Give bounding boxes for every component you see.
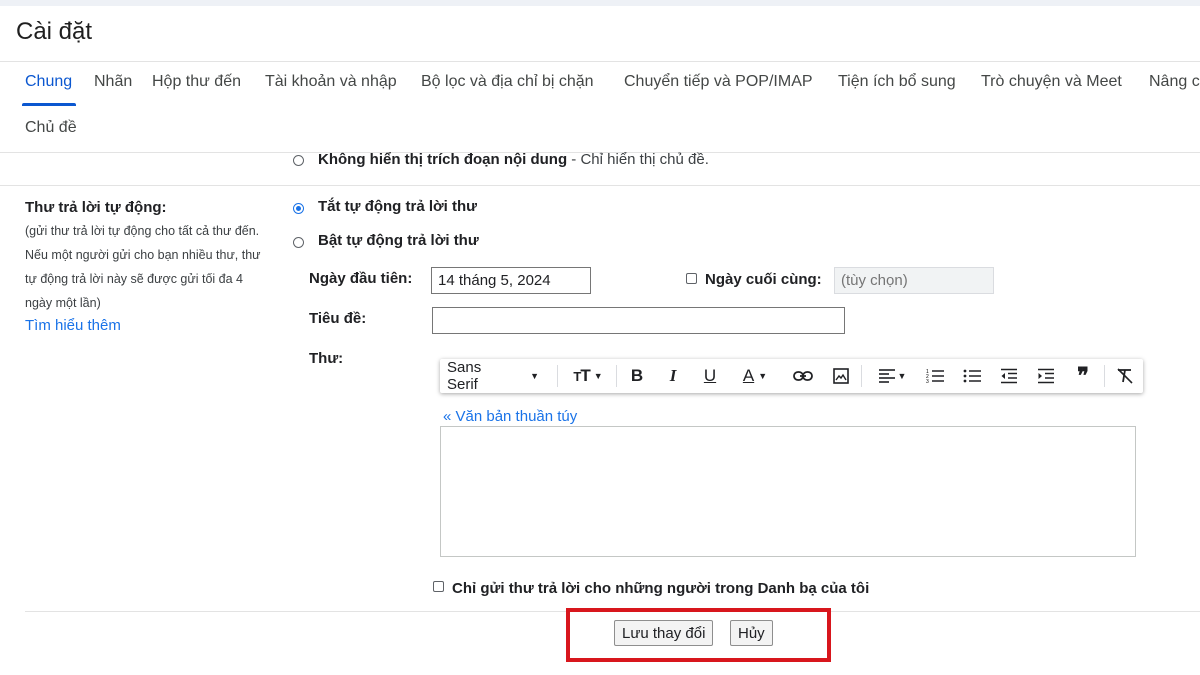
quote-icon[interactable]: ❞ [1072,363,1094,388]
learn-more-link[interactable]: Tìm hiểu thêm [25,317,121,334]
formatting-toolbar: Sans Serif ▼ T T ▼ B I U A ▼ ▼ 123 ❞ [440,359,1143,393]
first-day-input[interactable] [431,267,591,294]
first-day-label: Ngày đầu tiên: [309,270,413,287]
contacts-only-checkbox[interactable] [433,581,444,592]
top-strip [0,0,1200,6]
remove-formatting-icon[interactable] [1114,365,1136,387]
tab-inbox[interactable]: Hộp thư đến [152,73,241,91]
tab-accounts-import[interactable]: Tài khoản và nhập [265,73,397,91]
autoreply-heading: Thư trả lời tự động: [25,199,167,216]
subject-label: Tiêu đề: [309,310,367,327]
page-title: Cài đặt [16,18,93,45]
text-color-icon[interactable]: A ▼ [736,365,774,387]
last-day-input[interactable] [834,267,994,294]
contacts-only-label: Chỉ gửi thư trả lời cho những người tron… [452,580,870,597]
indent-less-icon[interactable] [998,365,1020,387]
autoreply-off-radio[interactable] [293,203,304,214]
link-icon[interactable] [792,365,814,387]
snippets-off-desc: - Chỉ hiển thị chủ đề. [567,151,709,168]
numbered-list-icon[interactable]: 123 [924,365,946,387]
autoreply-on-radio[interactable] [293,237,304,248]
plain-text-link[interactable]: « Văn bản thuần túy [443,408,577,425]
active-tab-indicator [22,103,76,106]
snippets-off-option: Không hiển thị trích đoạn nội dung - Chỉ… [318,151,709,169]
autoreply-off-label: Tắt tự động trả lời thư [318,198,478,215]
title-divider [0,61,1200,62]
toolbar-separator [861,365,862,387]
indent-more-icon[interactable] [1035,365,1057,387]
image-icon[interactable] [830,365,852,387]
tab-forwarding-pop-imap[interactable]: Chuyển tiếp và POP/IMAP [624,73,813,91]
chevron-down-icon: ▼ [530,371,539,381]
snippets-off-radio[interactable] [293,155,304,166]
bold-icon[interactable]: B [626,365,648,387]
underline-icon[interactable]: U [699,365,721,387]
subject-input[interactable] [432,307,845,334]
last-day-checkbox[interactable] [686,273,697,284]
toolbar-separator [557,365,558,387]
align-icon[interactable]: ▼ [872,365,912,387]
font-family-label: Sans Serif [447,359,482,393]
autoreply-description: (gửi thư trả lời tự động cho tất cả thư … [25,219,295,315]
autoreply-desc-line: Nếu một người gửi cho bạn nhiều thư, thư [25,248,261,262]
autoreply-desc-line: ngày một lần) [25,296,101,310]
autoreply-desc-line: (gửi thư trả lời tự động cho tất cả thư … [25,224,260,238]
svg-text:3: 3 [926,379,929,384]
autoreply-desc-line: tự động trả lời này sẽ được gửi tối đa 4 [25,272,243,286]
font-size-icon[interactable]: T T ▼ [569,365,607,387]
snippets-off-label: Không hiển thị trích đoạn nội dung [318,151,568,168]
tab-themes[interactable]: Chủ đề [25,119,77,137]
tab-labels[interactable]: Nhãn [94,73,132,91]
highlight-box [566,608,831,662]
italic-icon[interactable]: I [662,365,684,387]
last-day-label: Ngày cuối cùng: [705,271,822,288]
tab-filters-blocked[interactable]: Bộ lọc và địa chỉ bị chặn [421,73,594,91]
message-editor[interactable] [440,426,1136,557]
toolbar-separator [616,365,617,387]
font-family-select[interactable]: Sans Serif ▼ [447,359,539,393]
toolbar-separator [1104,365,1105,387]
section-divider [0,185,1200,186]
tab-chat-meet[interactable]: Trò chuyện và Meet [981,73,1122,91]
autoreply-on-label: Bật tự động trả lời thư [318,232,479,249]
tab-general[interactable]: Chung [25,73,72,91]
message-label: Thư: [309,350,344,367]
tab-addons[interactable]: Tiện ích bổ sung [838,73,956,91]
tab-advanced[interactable]: Nâng c [1149,73,1200,91]
bulleted-list-icon[interactable] [961,365,983,387]
